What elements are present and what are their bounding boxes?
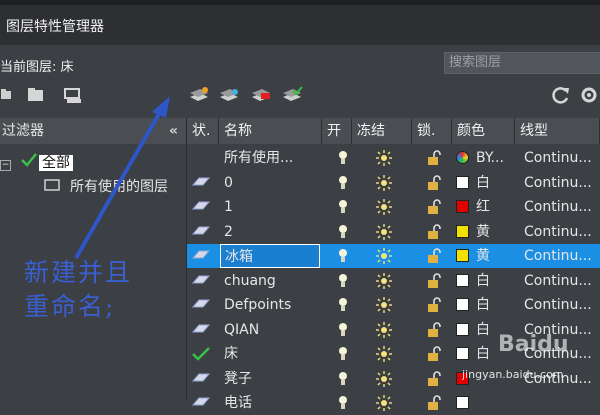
- watermark-text: jingyan.baidu.com: [462, 368, 564, 381]
- watermark-logo: Baidu: [498, 332, 569, 357]
